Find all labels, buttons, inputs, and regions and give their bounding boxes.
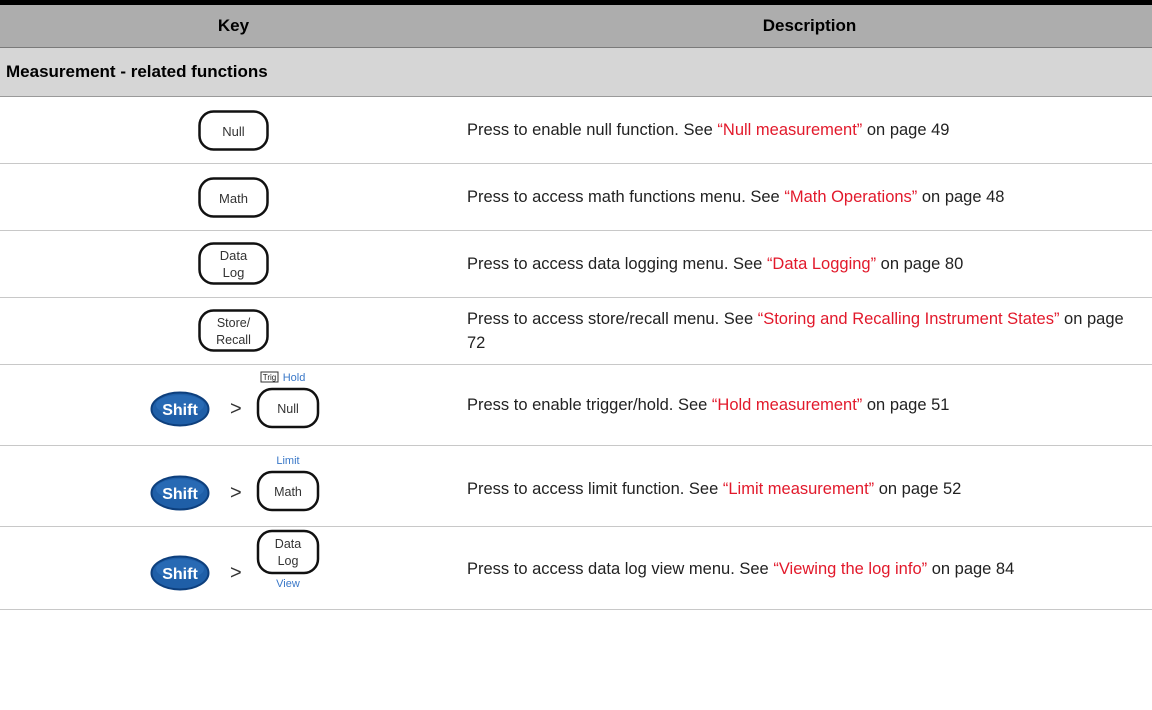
header-key: Key xyxy=(217,16,250,35)
svg-text:View: View xyxy=(276,578,300,590)
cross-reference-link[interactable]: “Data Logging” xyxy=(767,255,876,273)
table-row: Math Press to access math functions menu… xyxy=(0,164,1152,231)
table-row: Null Press to enable null function. See … xyxy=(0,97,1152,164)
null-key-icon: Null xyxy=(198,110,269,151)
cross-reference-link[interactable]: “Null measurement” xyxy=(717,121,862,139)
arrow-right-icon: > xyxy=(230,562,242,584)
data-log-key-icon: Data Log xyxy=(198,242,269,285)
svg-text:Trig: Trig xyxy=(263,373,276,382)
description-text: Press to enable null function. See “Null… xyxy=(467,121,950,139)
data-log-view-key-icon: Data Log View xyxy=(256,529,320,590)
svg-text:Math: Math xyxy=(274,485,302,499)
svg-text:Hold: Hold xyxy=(283,372,306,384)
arrow-right-icon: > xyxy=(230,482,242,504)
svg-text:Shift: Shift xyxy=(162,402,198,419)
arrow-right-icon: > xyxy=(230,398,242,420)
store-recall-key-icon: Store/ Recall xyxy=(198,309,269,352)
table-header: Key Description xyxy=(0,5,1152,48)
table-row: Store/ Recall Press to access store/reca… xyxy=(0,298,1152,365)
section-row: Measurement - related functions xyxy=(0,48,1152,97)
svg-text:Data: Data xyxy=(275,537,301,551)
description-text: Press to enable trigger/hold. See “Hold … xyxy=(467,396,950,414)
key-cell: Math xyxy=(0,164,467,230)
svg-text:Log: Log xyxy=(223,265,245,280)
description-text: Press to access math functions menu. See… xyxy=(467,188,1005,206)
svg-text:Null: Null xyxy=(277,402,299,416)
svg-text:Data: Data xyxy=(220,248,248,263)
description-text: Press to access data logging menu. See “… xyxy=(467,255,964,273)
svg-text:Shift: Shift xyxy=(162,486,198,503)
key-cell: Shift > Trig Hold Null xyxy=(0,365,467,445)
shift-key-icon: Shift xyxy=(150,475,210,511)
table-row: Shift > Trig Hold Null Press to enable t… xyxy=(0,365,1152,446)
header-description: Description xyxy=(762,16,857,35)
table-row: Data Log Press to access data logging me… xyxy=(0,231,1152,298)
key-cell: Shift > Data Log View xyxy=(0,527,467,609)
limit-math-key-icon: Limit Math xyxy=(256,455,320,512)
key-cell: Data Log xyxy=(0,231,467,297)
svg-text:Shift: Shift xyxy=(162,566,198,583)
shift-key-icon: Shift xyxy=(150,555,210,591)
svg-text:Recall: Recall xyxy=(216,333,251,347)
cross-reference-link[interactable]: “Storing and Recalling Instrument States… xyxy=(758,310,1060,328)
description-text: Press to access data log view menu. See … xyxy=(467,560,1015,578)
table-row: Shift > Data Log View Press to access da… xyxy=(0,527,1152,610)
table-row: Shift > Limit Math Press to access limit… xyxy=(0,446,1152,527)
cross-reference-link[interactable]: “Math Operations” xyxy=(784,188,917,206)
section-title: Measurement - related functions xyxy=(6,62,268,81)
cross-reference-link[interactable]: “Viewing the log info” xyxy=(773,560,927,578)
svg-text:Limit: Limit xyxy=(276,455,299,467)
math-key-icon: Math xyxy=(198,177,269,218)
svg-text:Log: Log xyxy=(278,554,299,568)
svg-text:Math: Math xyxy=(219,191,248,206)
cross-reference-link[interactable]: “Hold measurement” xyxy=(712,396,862,414)
key-cell: Store/ Recall xyxy=(0,298,467,364)
svg-text:Store/: Store/ xyxy=(217,316,251,330)
description-text: Press to access store/recall menu. See “… xyxy=(467,310,1124,352)
key-cell: Shift > Limit Math xyxy=(0,446,467,526)
key-cell: Null xyxy=(0,97,467,163)
svg-text:Null: Null xyxy=(222,124,245,139)
shift-key-icon: Shift xyxy=(150,391,210,427)
cross-reference-link[interactable]: “Limit measurement” xyxy=(723,480,874,498)
trig-hold-null-key-icon: Trig Hold Null xyxy=(256,371,320,429)
description-text: Press to access limit function. See “Lim… xyxy=(467,480,962,498)
